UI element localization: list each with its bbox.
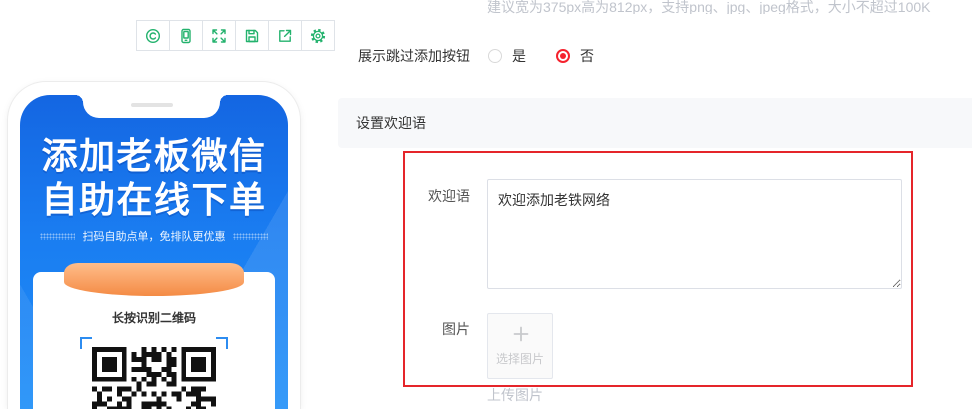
phone-preview-frame: 添加老板微信 自助在线下单 扫码自助点单，免排队更优惠 长按识别二维码	[8, 82, 300, 409]
radio-no-circle[interactable]	[556, 49, 570, 63]
reset-icon	[145, 28, 161, 43]
welcome-message-label: 欢迎语	[428, 188, 470, 204]
upload-image-caption: 上传图片	[487, 387, 543, 403]
save-icon	[245, 29, 259, 42]
image-size-hint: 建议宽为375px高为812px，支持png、jpg、jpeg格式，大小不超过1…	[487, 0, 931, 14]
reset-button[interactable]	[137, 21, 170, 50]
qr-card-title: 长按识别二维码	[111, 311, 196, 325]
share-icon	[279, 29, 292, 42]
radio-option-no[interactable]: 否	[556, 47, 594, 65]
save-button[interactable]	[236, 21, 269, 50]
radio-yes-circle[interactable]	[488, 49, 502, 63]
phone-notch	[75, 95, 228, 118]
qr-corner-bracket-right	[216, 337, 228, 349]
radio-yes-label: 是	[512, 48, 526, 64]
image-picker-button[interactable]: 选择图片	[487, 313, 553, 379]
image-picker-label: 选择图片	[495, 352, 544, 366]
poster-headline-line2: 自助在线下单	[41, 179, 267, 220]
mobile-preview-icon	[181, 28, 191, 43]
phone-speaker	[131, 103, 173, 107]
qr-code	[92, 347, 216, 409]
preview-toolbar	[136, 20, 335, 51]
gear-icon	[310, 28, 326, 43]
skip-button-label: 展示跳过添加按钮	[358, 48, 470, 64]
card-orange-ribbon	[64, 263, 244, 296]
fullscreen-icon	[212, 28, 226, 43]
welcome-message-textarea[interactable]: 欢迎添加老铁网络	[487, 179, 902, 289]
welcome-section-title: 设置欢迎语	[356, 115, 426, 131]
radio-no-label: 否	[580, 48, 594, 64]
welcome-section-header: 设置欢迎语	[338, 98, 972, 148]
mobile-preview-button[interactable]	[170, 21, 203, 50]
fullscreen-button[interactable]	[203, 21, 236, 50]
radio-option-yes[interactable]: 是	[488, 47, 526, 65]
settings-button[interactable]	[302, 21, 334, 50]
qr-code-modules	[92, 347, 216, 409]
poster-headline-line1: 添加老板微信	[41, 135, 267, 176]
qr-corner-bracket-left	[80, 337, 92, 349]
decorative-dots-right	[233, 233, 268, 240]
phone-screen: 添加老板微信 自助在线下单 扫码自助点单，免排队更优惠 长按识别二维码	[20, 95, 288, 409]
plus-icon	[513, 326, 529, 342]
share-button[interactable]	[269, 21, 302, 50]
image-label: 图片	[442, 321, 470, 337]
